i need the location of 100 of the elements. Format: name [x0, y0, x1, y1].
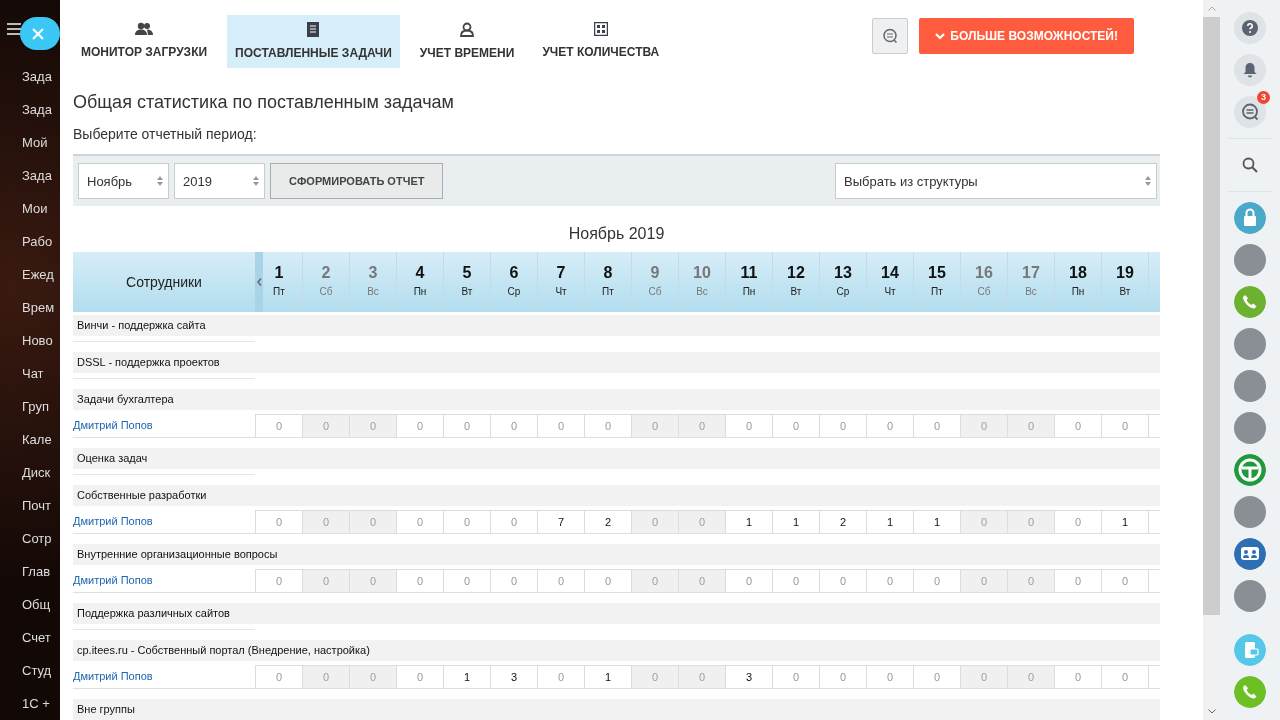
group-row: Вне группы — [73, 699, 1160, 720]
people-icon — [135, 22, 154, 36]
tab[interactable]: УЧЕТ КОЛИЧЕСТВА — [534, 15, 668, 68]
call-icon[interactable] — [1234, 676, 1266, 708]
sort-arrows-icon — [253, 176, 259, 186]
menu-item[interactable]: Врем — [22, 297, 55, 318]
table-cell: 0 — [302, 510, 349, 533]
employee-link[interactable]: Дмитрий Попов — [73, 569, 255, 592]
generate-report-button[interactable]: СФОРМИРОВАТЬ ОТЧЕТ — [270, 163, 444, 199]
menu-item[interactable]: 1С + — [22, 693, 50, 714]
bell-icon — [1243, 62, 1257, 78]
table-cell: 0 — [302, 665, 349, 688]
tab[interactable]: УЧЕТ ВРЕМЕНИ — [411, 15, 523, 68]
table-cell: 1 — [443, 665, 490, 688]
menu-item[interactable]: Зада — [22, 165, 52, 186]
month-select[interactable]: Ноябрь — [78, 163, 169, 199]
menu-item[interactable]: Ежед — [22, 264, 54, 285]
table-cell: 0 — [396, 414, 443, 437]
avatar[interactable] — [1234, 580, 1266, 612]
table-cell: 0 — [631, 414, 678, 437]
avatar[interactable] — [1234, 244, 1266, 276]
table-cell: 0 — [302, 569, 349, 592]
menu-item[interactable]: Общ — [22, 594, 51, 615]
table-cell: 0 — [1101, 569, 1148, 592]
help-button[interactable] — [1234, 12, 1266, 44]
menu-item[interactable]: Груп — [22, 396, 49, 417]
menu-item[interactable]: Мои — [22, 198, 48, 219]
table-cell: 0 — [960, 665, 1007, 688]
menu-item[interactable]: Рабо — [22, 231, 53, 252]
table-cell: 3 — [725, 665, 772, 688]
period-label: Выберите отчетный период: — [73, 125, 258, 143]
close-icon — [32, 27, 44, 40]
table-cell: 0 — [678, 414, 725, 437]
group-row: Задачи бухгалтера — [73, 389, 1160, 410]
tab[interactable]: ПОСТАВЛЕННЫЕ ЗАДАЧИ — [227, 15, 400, 68]
table-cell: 0 — [490, 569, 537, 592]
day-header: 17 Вс — [1007, 252, 1054, 312]
group-chat-icon[interactable] — [1234, 538, 1266, 570]
chat-icon — [882, 28, 899, 44]
menu-item[interactable]: Диск — [22, 462, 51, 483]
menu-item[interactable]: Ново — [22, 330, 53, 351]
menu-item[interactable]: Почт — [22, 495, 51, 516]
employee-link[interactable]: Дмитрий Попов — [73, 510, 255, 533]
avatar[interactable] — [1234, 328, 1266, 360]
table-cell: 0 — [443, 414, 490, 437]
table-cell: 7 — [537, 510, 584, 533]
lock-icon[interactable] — [1234, 202, 1266, 234]
scrollbar-thumb[interactable] — [1203, 17, 1220, 615]
table-cell: 0 — [819, 414, 866, 437]
column-header: Сотрудники — [125, 273, 203, 292]
chevron-down-icon — [935, 32, 946, 40]
table-cell: 0 — [1101, 665, 1148, 688]
day-header: 2 Сб — [302, 252, 349, 312]
menu-icon[interactable] — [7, 23, 21, 35]
menu-item[interactable]: Глав — [22, 561, 51, 582]
logo-icon[interactable] — [1234, 454, 1266, 486]
menu-item[interactable]: Кале — [22, 429, 52, 450]
table-cell: 0 — [960, 510, 1007, 533]
employee-link[interactable]: Дмитрий Попов — [73, 665, 255, 688]
menu-item[interactable]: Сотр — [22, 528, 52, 549]
scroll-up-icon[interactable] — [1207, 6, 1216, 11]
avatar[interactable] — [1234, 370, 1266, 402]
structure-select[interactable]: Выбрать из структуры — [835, 163, 1157, 199]
scroll-down-icon[interactable] — [1207, 709, 1216, 714]
chat-button[interactable] — [1234, 96, 1266, 128]
tab[interactable]: МОНИТОР ЗАГРУЗКИ — [73, 15, 216, 68]
menu-item[interactable]: Студ — [22, 660, 52, 681]
unread-badge: 3 — [1257, 91, 1270, 104]
table-cell: 0 — [1007, 569, 1054, 592]
day-header: 19 Вт — [1101, 252, 1148, 312]
menu-item[interactable]: Зада — [22, 66, 52, 87]
table-cell: 0 — [1007, 665, 1054, 688]
table-cell: 0 — [1007, 510, 1054, 533]
help-icon — [1242, 20, 1258, 36]
avatar[interactable] — [1234, 496, 1266, 528]
notifications-button[interactable] — [1234, 54, 1266, 86]
menu-item[interactable]: Мой — [22, 132, 48, 153]
person-icon — [460, 22, 475, 37]
table-cell: 0 — [772, 414, 819, 437]
menu-item[interactable]: Зада — [22, 99, 52, 120]
menu-item[interactable]: Счет — [22, 627, 51, 648]
menu-item[interactable]: Чат — [22, 363, 44, 384]
group-row: Собственные разработки — [73, 485, 1160, 506]
avatar[interactable] — [1234, 412, 1266, 444]
chat-button[interactable] — [872, 18, 909, 54]
table-cell: 0 — [678, 510, 725, 533]
year-select[interactable]: 2019 — [174, 163, 265, 199]
table-cell: 0 — [443, 569, 490, 592]
table-cell: 2 — [819, 510, 866, 533]
employee-link[interactable]: Дмитрий Попов — [73, 414, 255, 437]
close-button[interactable] — [20, 17, 60, 50]
table-cell: 0 — [631, 665, 678, 688]
day-header: 18 Пн — [1054, 252, 1101, 312]
phone-icon[interactable] — [1234, 286, 1266, 318]
table-cell: 1 — [1101, 510, 1148, 533]
day-header: 14 Чт — [866, 252, 913, 312]
table-cell: 0 — [302, 414, 349, 437]
scroll-left-button[interactable] — [255, 252, 263, 312]
table-cell: 1 — [725, 510, 772, 533]
mobile-icon[interactable] — [1234, 634, 1266, 666]
